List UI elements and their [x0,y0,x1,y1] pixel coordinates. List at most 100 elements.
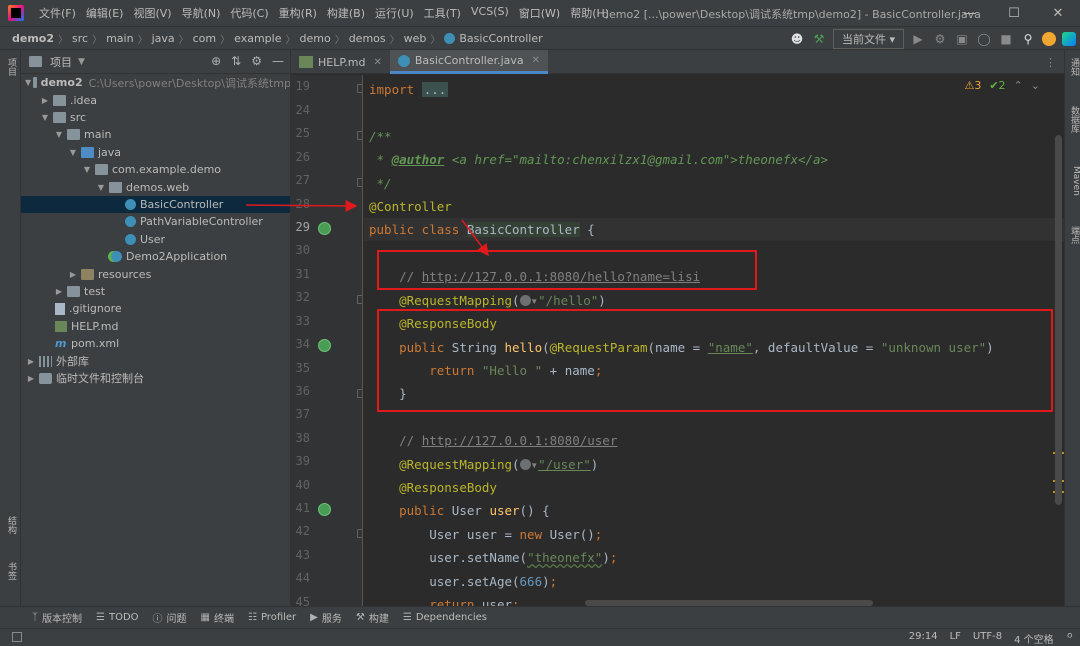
expand-chevron-icon[interactable]: ▼ [67,148,79,157]
close-tab-icon[interactable]: ✕ [532,55,540,66]
more-tabs-icon[interactable]: ⋮ [1045,56,1056,69]
tree-item-main[interactable]: ▼ main [21,126,290,143]
tree-item-java[interactable]: ▼ java [21,144,290,161]
lock-icon[interactable]: ⚪ [1066,631,1074,646]
menu-file[interactable]: 文件(F) [34,5,81,21]
expand-chevron-icon[interactable]: ▼ [95,183,107,192]
expand-chevron-icon[interactable]: ▼ [81,165,93,174]
tree-item-com-example-demo[interactable]: ▼ com.example.demo [21,161,290,178]
tool-version-control[interactable]: ᛉ 版本控制 [32,610,82,625]
tree-item-idea[interactable]: ▶ .idea [21,91,290,108]
run-configuration-select[interactable]: 当前文件 ▾ [832,29,904,49]
run-icon[interactable]: ▶ [910,31,926,47]
tree-item-demos-web[interactable]: ▼ demos.web [21,178,290,195]
maximize-button[interactable]: ☐ [992,0,1036,26]
crumb-demo[interactable]: demo [299,32,330,45]
crumb-project[interactable]: demo2 [12,32,54,45]
collapse-all-icon[interactable]: ⇅ [231,54,241,68]
fold-marker-icon[interactable] [357,84,362,93]
search-icon[interactable]: ⚲ [1020,31,1036,47]
menu-view[interactable]: 视图(V) [128,5,176,21]
spring-request-mapping-icon[interactable] [318,503,331,516]
menu-navigate[interactable]: 导航(N) [177,5,226,21]
crumb-src[interactable]: src [72,32,88,45]
fold-marker-icon[interactable] [357,389,362,398]
debug-icon[interactable]: ⚙ [932,31,948,47]
menu-tools[interactable]: 工具(T) [419,5,466,21]
view-select-chevron-icon[interactable]: ▼ [78,57,85,67]
inspection-widget[interactable]: ⚠3 ✔2 ⌃ ⌄ [964,79,1040,92]
caret-position[interactable]: 29:14 [909,631,938,646]
toolbox-icon[interactable] [1062,32,1076,46]
stripe-maven[interactable]: Maven [1066,166,1080,196]
toggle-tool-windows-icon[interactable] [12,632,22,642]
stripe-structure[interactable]: 结构 [3,516,18,534]
next-highlight-icon[interactable]: ⌄ [1031,79,1040,92]
profile-icon[interactable]: ◯ [976,31,992,47]
tree-item-help-md[interactable]: HELP.md [21,318,290,335]
tree-item-resources[interactable]: ▶ resources [21,265,290,282]
stripe-notifications[interactable]: 通知 [1066,58,1080,76]
fold-marker-icon[interactable] [357,178,362,187]
close-window-button[interactable]: ✕ [1036,0,1080,26]
crumb-demos[interactable]: demos [349,32,386,45]
menu-window[interactable]: 窗口(W) [514,5,565,21]
tool-services[interactable]: ▶ 服务 [310,610,342,625]
menu-build[interactable]: 构建(B) [322,5,370,21]
tool-profiler[interactable]: ☷ Profiler [248,612,296,623]
menu-run[interactable]: 运行(U) [370,5,419,21]
menu-edit[interactable]: 编辑(E) [81,5,129,21]
stripe-database[interactable]: 数据库 [1066,106,1080,133]
menu-refactor[interactable]: 重构(R) [274,5,322,21]
ok-count[interactable]: ✔2 [989,79,1005,92]
spring-bean-icon[interactable] [318,222,331,235]
expand-chevron-icon[interactable]: ▶ [67,270,79,279]
tree-item-src[interactable]: ▼ src [21,109,290,126]
crumb-example[interactable]: example [234,32,281,45]
tree-item-demo2[interactable]: ▼ demo2 C:\Users\power\Desktop\调试系统tmp [21,74,290,91]
tab-basic-controller[interactable]: BasicController.java ✕ [389,50,549,74]
tree-item-external-libraries[interactable]: ▶ 外部库 [21,352,290,369]
tree-item-gitignore[interactable]: .gitignore [21,300,290,317]
expand-chevron-icon[interactable]: ▶ [25,374,37,383]
minimize-button[interactable]: — [948,0,992,26]
settings-icon[interactable]: ⚙ [251,54,262,68]
fold-marker-icon[interactable] [357,131,362,140]
tree-item-pom-xml[interactable]: m pom.xml [21,335,290,352]
expand-chevron-icon[interactable]: ▼ [53,130,65,139]
stripe-bookmarks[interactable]: 书签 [3,562,18,580]
close-tab-icon[interactable]: ✕ [373,57,381,68]
fold-marker-icon[interactable] [357,529,362,538]
user-icon[interactable]: ☻ [789,31,805,47]
stripe-project[interactable]: 项目 [3,58,18,76]
hide-icon[interactable]: — [272,54,284,68]
locate-icon[interactable]: ⊕ [211,54,221,68]
expand-chevron-icon[interactable]: ▶ [53,287,65,296]
crumb-web[interactable]: web [404,32,427,45]
crumb-java[interactable]: java [152,32,175,45]
tool-todo[interactable]: ☰ TODO [96,612,139,623]
spring-request-mapping-icon[interactable] [318,339,331,352]
menu-vcs[interactable]: VCS(S) [466,5,514,21]
expand-chevron-icon[interactable]: ▶ [25,357,37,366]
tool-terminal[interactable]: ▦ 终端 [201,610,234,625]
tree-item-scratches[interactable]: ▶ 临时文件和控制台 [21,370,290,387]
prev-highlight-icon[interactable]: ⌃ [1014,79,1023,92]
tool-problems[interactable]: ⓘ 问题 [153,610,187,625]
crumb-main[interactable]: main [106,32,133,45]
tree-item-test[interactable]: ▶ test [21,283,290,300]
tool-build[interactable]: ⚒ 构建 [356,610,389,625]
stop-icon[interactable]: ■ [998,31,1014,47]
project-panel-title[interactable]: 项目 [50,54,72,70]
tree-item-user[interactable]: User [21,231,290,248]
tree-item-demo2-application[interactable]: Demo2Application [21,248,290,265]
crumb-com[interactable]: com [193,32,217,45]
update-icon[interactable] [1042,32,1056,46]
tool-dependencies[interactable]: ☰ Dependencies [403,612,487,623]
indent-setting[interactable]: 4 个空格 [1014,631,1054,646]
editor-vertical-scrollbar[interactable] [1055,135,1062,505]
warnings-count[interactable]: ⚠3 [964,79,981,92]
expand-chevron-icon[interactable]: ▼ [25,78,31,87]
build-hammer-icon[interactable]: ⚒ [811,31,827,47]
stripe-endpoints[interactable]: 端点 [1066,226,1080,244]
